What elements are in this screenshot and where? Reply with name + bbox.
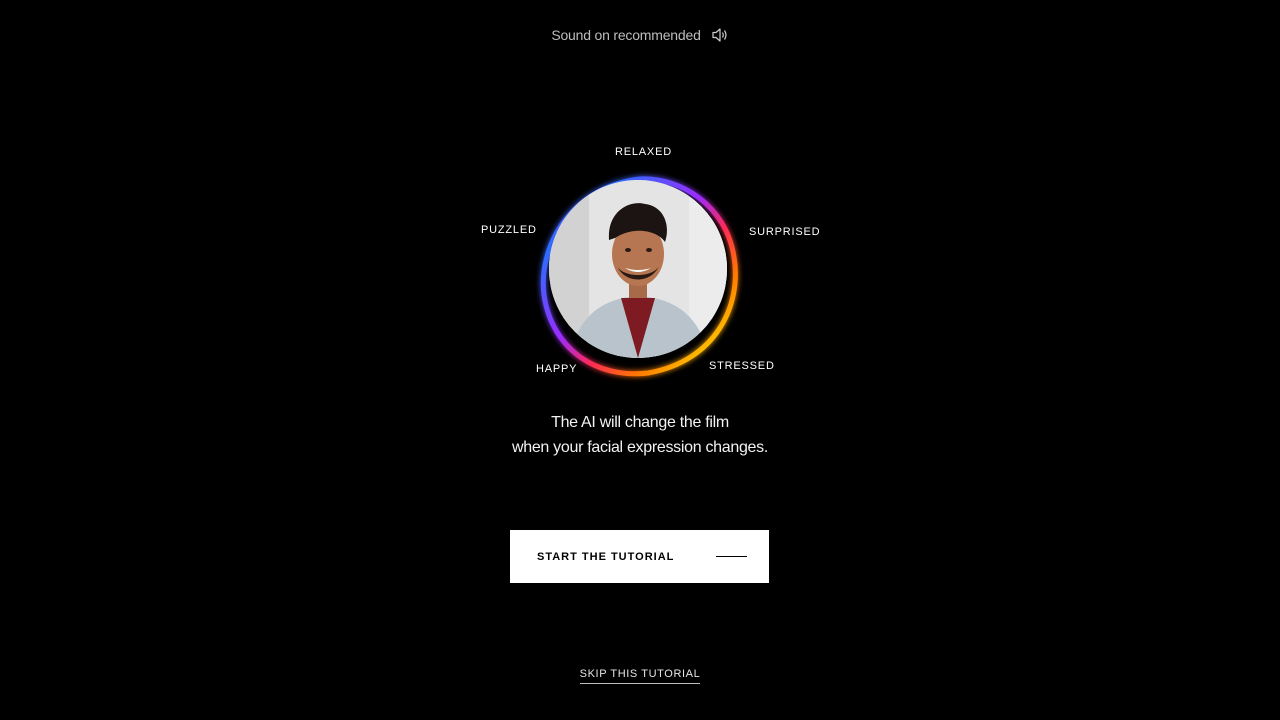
- instruction-caption: The AI will change the film when your fa…: [0, 410, 1280, 460]
- tutorial-intro-screen: Sound on recommended RELAXED PUZZLED SUR…: [0, 0, 1280, 720]
- arrow-line-icon: [716, 556, 747, 557]
- skip-link-container: SKIP THIS TUTORIAL: [0, 664, 1280, 684]
- emotion-label-surprised: SURPRISED: [749, 226, 821, 238]
- person-image: [549, 180, 727, 358]
- start-tutorial-label: START THE TUTORIAL: [537, 550, 675, 563]
- caption-line-2: when your facial expression changes.: [511, 439, 769, 456]
- emotion-label-relaxed: RELAXED: [615, 146, 672, 158]
- caption-line-1: The AI will change the film: [551, 414, 729, 431]
- skip-tutorial-link[interactable]: SKIP THIS TUTORIAL: [579, 668, 701, 684]
- sound-hint-text: Sound on recommended: [551, 27, 701, 43]
- speaker-icon[interactable]: [711, 26, 729, 44]
- user-camera-portrait: [549, 180, 727, 358]
- emotion-label-puzzled: PUZZLED: [481, 224, 537, 236]
- sound-hint: Sound on recommended: [0, 26, 1280, 44]
- emotion-wheel: RELAXED PUZZLED SURPRISED HAPPY STRESSED: [440, 130, 840, 400]
- start-tutorial-button[interactable]: START THE TUTORIAL: [510, 530, 769, 583]
